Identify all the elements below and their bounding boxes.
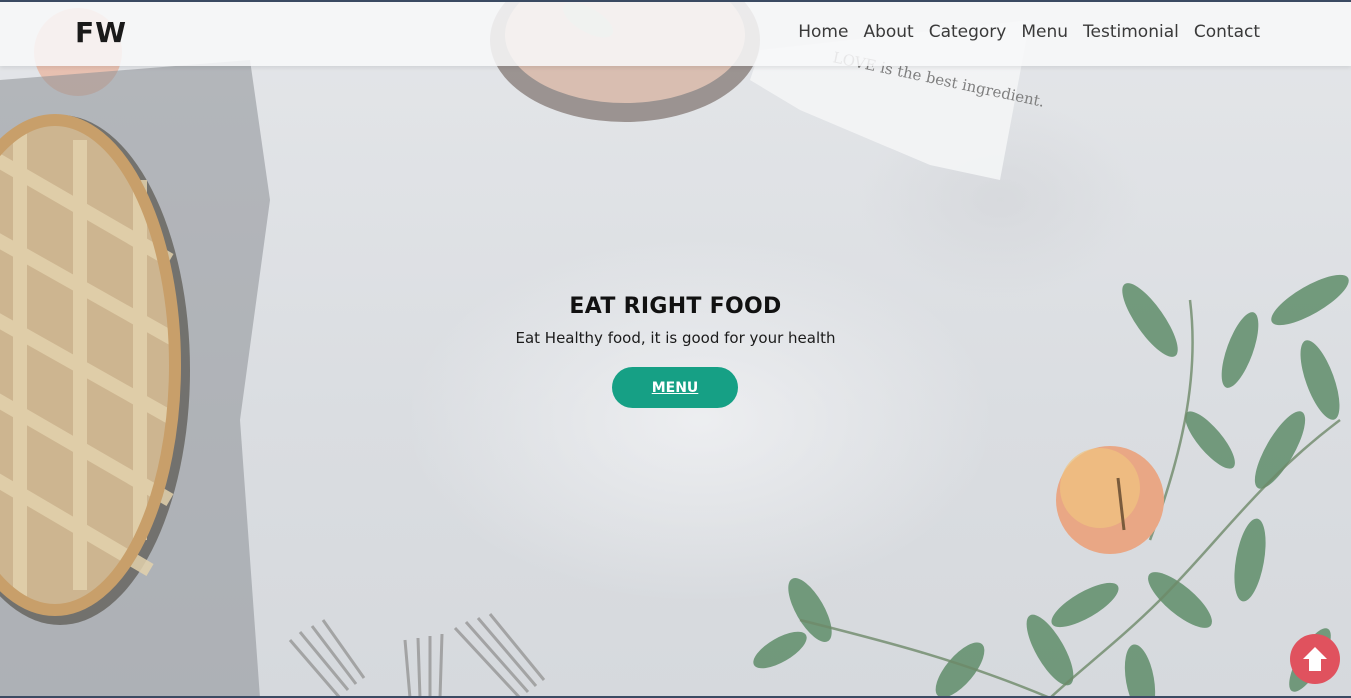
forks-image: [288, 613, 546, 698]
arrow-up-icon: [1303, 647, 1327, 671]
navbar: FW Home About Category Menu Testimonial …: [0, 2, 1351, 66]
nav-item-testimonial[interactable]: Testimonial: [1083, 22, 1179, 42]
menu-button[interactable]: MENU: [612, 367, 738, 408]
hero-title: EAT RIGHT FOOD: [569, 294, 782, 319]
nav-item-menu[interactable]: Menu: [1021, 22, 1068, 42]
hero-subtitle: Eat Healthy food, it is good for your he…: [515, 329, 836, 347]
apple-image-right: [1056, 446, 1164, 554]
nav-item-about[interactable]: About: [863, 22, 913, 42]
nav-links: Home About Category Menu Testimonial Con…: [798, 22, 1260, 42]
nav-item-home[interactable]: Home: [798, 22, 848, 42]
nav-item-contact[interactable]: Contact: [1194, 22, 1260, 42]
nav-item-category[interactable]: Category: [929, 22, 1007, 42]
scroll-to-top-button[interactable]: [1290, 634, 1340, 684]
hero-section: LOVE is the best ingredient.: [0, 0, 1351, 698]
brand-logo[interactable]: FW: [75, 16, 127, 49]
hero-background-illustration: LOVE is the best ingredient.: [0, 0, 1349, 698]
